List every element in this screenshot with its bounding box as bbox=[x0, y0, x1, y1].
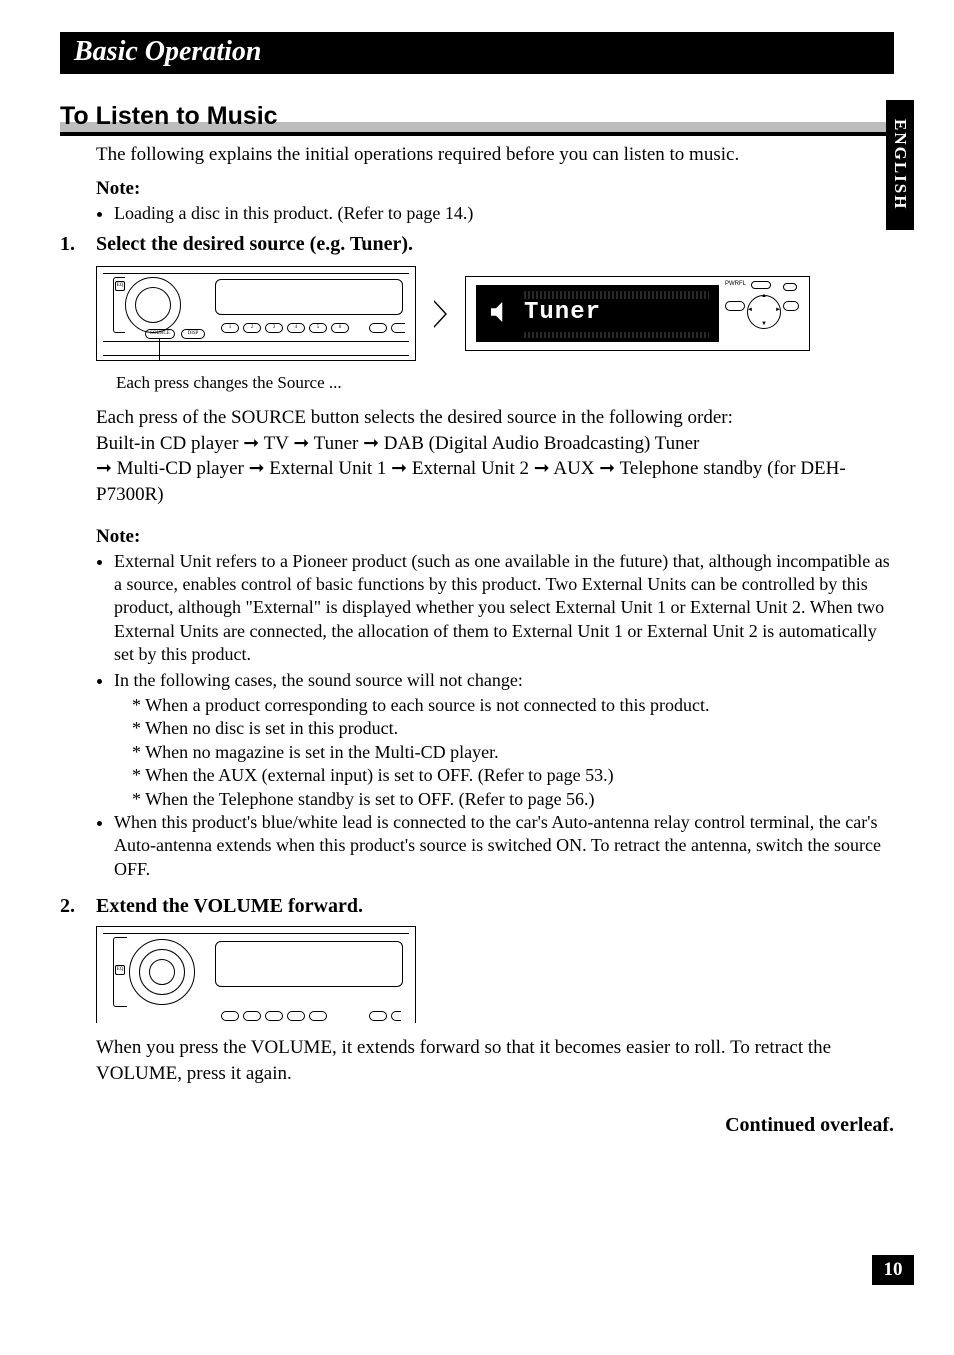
figure-1-display: Tuner PWRFL ▲ ▼ ◄ ► bbox=[465, 276, 810, 351]
step-1-number: 1. bbox=[60, 233, 96, 256]
source-button-label: SOURCE bbox=[150, 331, 170, 336]
note1-list: Loading a disc in this product. (Refer t… bbox=[96, 202, 894, 225]
note2-sub-4: When the AUX (external input) is set to … bbox=[132, 764, 894, 787]
section-heading: To Listen to Music bbox=[60, 102, 894, 136]
note2-sublist: When a product corresponding to each sou… bbox=[132, 694, 894, 811]
note1-item: Loading a disc in this product. (Refer t… bbox=[114, 202, 894, 225]
step-2: 2. Extend the VOLUME forward. bbox=[60, 895, 894, 918]
note2-item-2: In the following cases, the sound source… bbox=[114, 669, 894, 692]
preset-1: 1 bbox=[229, 325, 232, 330]
step-1-text: Select the desired source (e.g. Tuner). bbox=[96, 233, 413, 256]
step-2-text: Extend the VOLUME forward. bbox=[96, 895, 363, 918]
figure-2-faceplate: EQ bbox=[96, 926, 416, 1023]
preset-4: 4 bbox=[295, 325, 298, 330]
source-sequence: Each press of the SOURCE button selects … bbox=[96, 405, 894, 508]
lcd-text: Tuner bbox=[524, 299, 601, 326]
note2-sub-2: When no disc is set in this product. bbox=[132, 717, 894, 740]
figure-1-faceplate: EQ 1 2 3 4 5 6 SOURCE DISP bbox=[96, 266, 416, 361]
preset-3: 3 bbox=[273, 325, 276, 330]
volume-paragraph: When you press the VOLUME, it extends fo… bbox=[96, 1035, 894, 1086]
language-tab: ENGLISH bbox=[886, 100, 914, 230]
step-2-number: 2. bbox=[60, 895, 96, 918]
pwr-label: PWRFL bbox=[725, 281, 746, 287]
intro-text: The following explains the initial opera… bbox=[96, 142, 894, 168]
page-content: Basic Operation To Listen to Music The f… bbox=[0, 0, 954, 1137]
preset-2: 2 bbox=[251, 325, 254, 330]
eq-label-2: EQ bbox=[117, 967, 124, 972]
figure-1-row: EQ 1 2 3 4 5 6 SOURCE DISP bbox=[96, 266, 894, 361]
note1-label: Note: bbox=[96, 178, 894, 200]
note2-item-1: External Unit refers to a Pioneer produc… bbox=[114, 550, 894, 667]
step-1: 1. Select the desired source (e.g. Tuner… bbox=[60, 233, 894, 256]
note2-sub-1: When a product corresponding to each sou… bbox=[132, 694, 894, 717]
figure-1-caption: Each press changes the Source ... bbox=[116, 373, 894, 393]
note2-item-3: When this product's blue/white lead is c… bbox=[114, 811, 894, 881]
arrow-icon bbox=[434, 300, 447, 328]
speaker-icon bbox=[486, 297, 516, 327]
preset-5: 5 bbox=[317, 325, 320, 330]
chapter-heading: Basic Operation bbox=[60, 32, 894, 74]
note2-block: External Unit refers to a Pioneer produc… bbox=[60, 550, 894, 881]
disp-button-label: DISP bbox=[188, 331, 199, 336]
note2-sub-3: When no magazine is set in the Multi-CD … bbox=[132, 741, 894, 764]
note2-sub-5: When the Telephone standby is set to OFF… bbox=[132, 788, 894, 811]
continued-overleaf: Continued overleaf. bbox=[60, 1114, 894, 1137]
page-number: 10 bbox=[872, 1255, 914, 1285]
lcd-panel: Tuner bbox=[476, 285, 719, 342]
preset-6: 6 bbox=[339, 325, 342, 330]
source-seq-intro: Each press of the SOURCE button selects … bbox=[96, 407, 733, 428]
note2-label: Note: bbox=[96, 526, 894, 548]
